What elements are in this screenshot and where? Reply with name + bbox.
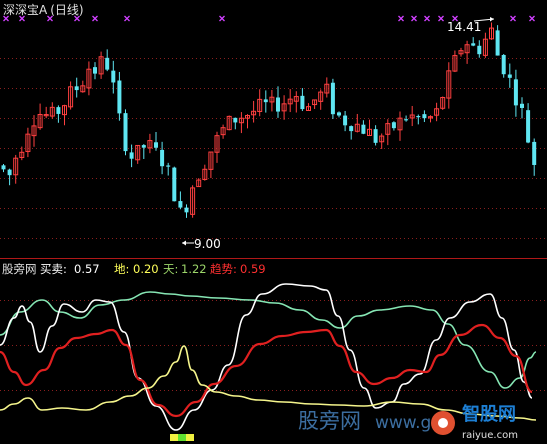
candle-body <box>129 152 134 159</box>
watermark-logo-icon <box>431 411 455 435</box>
candle-body <box>330 82 335 115</box>
candle-body <box>154 142 158 148</box>
candle <box>172 166 177 202</box>
candle-body <box>178 201 183 208</box>
candle-body <box>123 113 128 152</box>
candle-body <box>117 80 122 114</box>
candle-body <box>105 57 110 70</box>
candle <box>501 53 506 78</box>
candle-body <box>166 165 171 167</box>
candle-body <box>391 122 396 129</box>
candle <box>123 109 128 156</box>
candle-body <box>513 79 518 106</box>
signal-bar <box>186 434 194 441</box>
mmline-value: 0.57 <box>74 262 100 276</box>
candle-body <box>74 86 79 91</box>
candle-body <box>416 116 421 118</box>
indicator-name: 股旁网 <box>2 262 37 276</box>
candle-body <box>7 169 12 176</box>
candle-body <box>520 103 524 108</box>
candle-body <box>141 145 146 148</box>
signal-bars <box>170 434 194 441</box>
high-price-label: 14.41 <box>447 20 481 34</box>
candle-body <box>184 207 189 213</box>
candle-body <box>93 67 97 74</box>
trend-label: 趋势: <box>210 262 237 276</box>
tian-value: 1.22 <box>181 262 207 276</box>
candle-body <box>1 165 6 170</box>
low-price-label: 9.00 <box>194 237 221 251</box>
watermark-text-d: raiyue.com <box>462 430 518 441</box>
candle-body <box>422 114 427 119</box>
candle-body <box>495 30 500 56</box>
di-value: 0.20 <box>133 262 159 276</box>
candle-body <box>300 95 305 110</box>
di-label: 地: <box>114 262 129 276</box>
candle-body <box>263 99 268 103</box>
candle-body <box>233 117 238 123</box>
candle-body <box>111 70 116 83</box>
chart-title: 深深宝A (日线) <box>3 3 84 17</box>
candle-body <box>337 112 341 116</box>
candle-body <box>56 107 61 114</box>
candle-body <box>404 119 409 121</box>
candle-body <box>160 149 165 167</box>
candle-body <box>477 45 482 55</box>
signal-bar <box>170 434 178 441</box>
candle-body <box>507 74 512 78</box>
watermark-text-c: 智股网 <box>462 403 516 425</box>
mmline-label: 买卖: <box>40 262 67 276</box>
signal-bar <box>178 434 186 441</box>
candle-body <box>373 129 378 143</box>
candle-body <box>526 110 531 143</box>
candle-body <box>343 115 348 126</box>
candle-body <box>349 126 354 132</box>
candle-body <box>276 97 280 112</box>
candle-body <box>532 141 537 165</box>
candle <box>330 78 335 119</box>
candle-body <box>361 124 366 134</box>
chart-canvas: 股旁网 www.gu 智股网raiyue.com 深深宝A (日线) 14.41 9.… <box>0 0 547 444</box>
candle-body <box>172 167 177 202</box>
candle-body <box>501 55 506 75</box>
chart-background <box>0 0 547 444</box>
tian-label: 天: <box>163 262 178 276</box>
trend-value: 0.59 <box>240 262 266 276</box>
indicator-header: 股旁网 买卖: 0.57 地: 0.20 天: 1.22 趋势: 0.59 <box>2 262 266 276</box>
candle-body <box>471 43 476 46</box>
watermark-text-a: 股旁网 <box>298 409 361 433</box>
